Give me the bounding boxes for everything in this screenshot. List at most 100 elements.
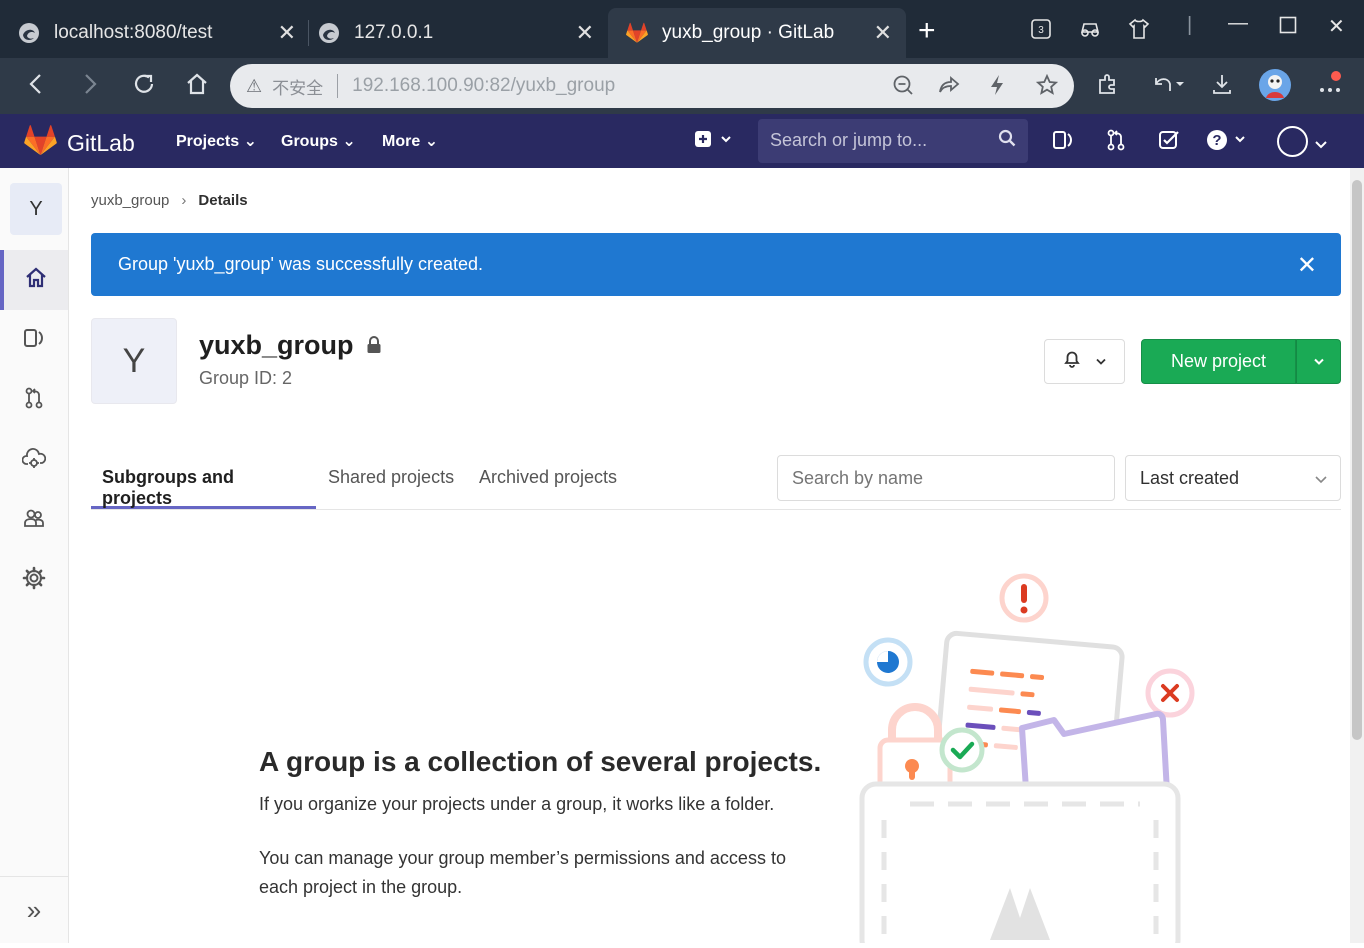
- sidebar-group-avatar[interactable]: Y: [10, 183, 62, 235]
- alert-message: Group 'yuxb_group' was successfully crea…: [118, 254, 484, 274]
- profile-avatar-icon[interactable]: [1258, 68, 1292, 109]
- maximize-window-icon[interactable]: [1279, 16, 1297, 40]
- empty-state-description-1: If you organize your projects under a gr…: [259, 794, 775, 814]
- merge-requests-icon: [24, 387, 44, 414]
- gitlab-favicon-icon: [626, 22, 648, 44]
- home-icon[interactable]: [185, 72, 209, 103]
- collapse-sidebar-icon[interactable]: »: [0, 876, 68, 943]
- search-icon: [998, 129, 1016, 152]
- extensions-shirt-icon[interactable]: [1128, 18, 1150, 46]
- browser-tab-127[interactable]: 127.0.0.1 ✕: [300, 8, 608, 58]
- nav-projects-dropdown[interactable]: Projects ⌄: [176, 131, 257, 151]
- chevron-down-icon: [1314, 470, 1328, 491]
- group-sidebar: Y »: [0, 168, 69, 943]
- chevron-down-icon: [1095, 353, 1107, 371]
- group-title: yuxb_group: [199, 330, 382, 361]
- nav-groups-dropdown[interactable]: Groups ⌄: [281, 131, 356, 151]
- tab-archived-projects[interactable]: Archived projects: [468, 455, 628, 509]
- browser-tab-gitlab[interactable]: yuxb_group · GitLab ✕: [608, 8, 906, 58]
- close-tab-icon[interactable]: ✕: [278, 20, 296, 46]
- bell-icon: [1063, 350, 1081, 373]
- notification-settings-dropdown[interactable]: [1044, 339, 1125, 384]
- home-icon: [25, 267, 47, 294]
- more-menu-icon[interactable]: [1316, 68, 1346, 105]
- tab-title: localhost:8080/test: [54, 22, 213, 43]
- breadcrumb-current[interactable]: Details: [198, 192, 247, 209]
- empty-state-illustration: [850, 570, 1210, 948]
- forward-icon[interactable]: [80, 72, 100, 103]
- dismiss-alert-close-icon[interactable]: ✕: [1297, 251, 1317, 280]
- empty-state-title: A group is a collection of several proje…: [259, 746, 822, 777]
- chevron-down-icon: ⌄: [424, 133, 439, 150]
- chevron-down-icon: [1313, 353, 1325, 371]
- sort-select[interactable]: Last created: [1125, 455, 1341, 501]
- close-window-icon[interactable]: ✕: [1328, 14, 1345, 39]
- extensions-icon[interactable]: [1096, 72, 1120, 103]
- help-dropdown-icon[interactable]: ?: [1206, 129, 1250, 157]
- nav-search-input[interactable]: Search or jump to...: [758, 119, 1028, 163]
- undo-dropdown-icon[interactable]: [1150, 72, 1186, 103]
- favorite-star-icon[interactable]: [1035, 73, 1059, 102]
- gitlab-brand-text: GitLab: [67, 129, 135, 156]
- sidebar-item-settings[interactable]: [0, 550, 68, 610]
- gitlab-tanuki-icon: [24, 125, 57, 161]
- close-tab-icon[interactable]: ✕: [576, 20, 594, 46]
- tab-actions-icon[interactable]: 3: [1030, 18, 1052, 46]
- new-item-plus-icon[interactable]: [694, 129, 736, 155]
- chevron-down-icon[interactable]: [1314, 133, 1328, 156]
- chevron-down-icon: ⌄: [342, 133, 356, 150]
- back-icon[interactable]: [26, 72, 46, 103]
- page-scrollbar-thumb[interactable]: [1352, 180, 1362, 740]
- empty-state-description-2: You can manage your group member’s permi…: [259, 848, 786, 897]
- svg-text:?: ?: [1212, 132, 1221, 149]
- todos-icon[interactable]: [1158, 129, 1180, 157]
- breadcrumb-group-link[interactable]: yuxb_group: [91, 192, 169, 209]
- sidebar-item-members[interactable]: [0, 490, 68, 550]
- sidebar-item-group-overview[interactable]: [0, 250, 68, 310]
- address-divider: [337, 74, 339, 98]
- search-by-name-input[interactable]: [777, 455, 1115, 501]
- nav-more-dropdown[interactable]: More ⌄: [382, 131, 438, 151]
- new-tab-plus-icon[interactable]: +: [918, 14, 936, 48]
- nav-search-placeholder: Search or jump to...: [770, 130, 928, 150]
- tab-subgroups-and-projects[interactable]: Subgroups and projects: [91, 455, 316, 509]
- browser-tab-localhost[interactable]: localhost:8080/test ✕: [0, 8, 310, 58]
- issues-icon: [23, 327, 45, 354]
- browser-toolbar: ⚠ 不安全 192.168.100.90:82/yuxb_group: [0, 58, 1364, 114]
- chevron-right-icon: ›: [181, 192, 187, 209]
- group-id: Group ID: 2: [199, 368, 293, 388]
- new-project-dropdown-toggle[interactable]: [1296, 339, 1341, 384]
- sidebar-item-kubernetes[interactable]: [0, 430, 68, 490]
- breadcrumb: yuxb_group › Details: [91, 192, 248, 209]
- user-avatar[interactable]: [1277, 126, 1308, 157]
- tab-title: yuxb_group · GitLab: [662, 22, 835, 43]
- tab-shared-projects[interactable]: Shared projects: [317, 455, 465, 509]
- edge-favicon-icon: [18, 22, 40, 44]
- lightning-icon[interactable]: [988, 74, 1006, 102]
- issues-icon[interactable]: [1052, 129, 1074, 157]
- settings-gear-icon: [22, 566, 46, 595]
- new-project-button[interactable]: New project: [1141, 339, 1296, 384]
- close-tab-icon[interactable]: ✕: [874, 20, 892, 46]
- zoom-out-icon[interactable]: [892, 74, 914, 102]
- sidebar-item-issues[interactable]: [0, 310, 68, 370]
- downloads-icon[interactable]: [1210, 72, 1234, 103]
- not-secure-label: 不安全: [272, 78, 324, 98]
- sort-selected-value: Last created: [1140, 468, 1240, 488]
- address-bar[interactable]: ⚠ 不安全 192.168.100.90:82/yuxb_group: [230, 64, 1074, 108]
- gitlab-home-link[interactable]: GitLab: [24, 125, 135, 161]
- gitlab-top-nav: GitLab Projects ⌄ Groups ⌄ More ⌄ Search…: [0, 114, 1364, 168]
- tab-count-badge: 3: [1038, 25, 1044, 36]
- refresh-icon[interactable]: [132, 72, 156, 103]
- success-flash-alert: Group 'yuxb_group' was successfully crea…: [91, 233, 1341, 296]
- sidebar-item-merge-requests[interactable]: [0, 370, 68, 430]
- minimize-window-icon[interactable]: —: [1228, 12, 1248, 35]
- url-text[interactable]: 192.168.100.90:82/yuxb_group: [352, 75, 615, 97]
- share-icon[interactable]: [938, 74, 960, 102]
- group-name: yuxb_group: [199, 330, 354, 360]
- users-icon: [23, 507, 45, 534]
- edge-favicon-icon: [318, 22, 340, 44]
- not-secure-warning-icon: ⚠: [246, 75, 263, 96]
- performance-icon[interactable]: [1078, 18, 1102, 46]
- merge-requests-icon[interactable]: [1106, 129, 1126, 157]
